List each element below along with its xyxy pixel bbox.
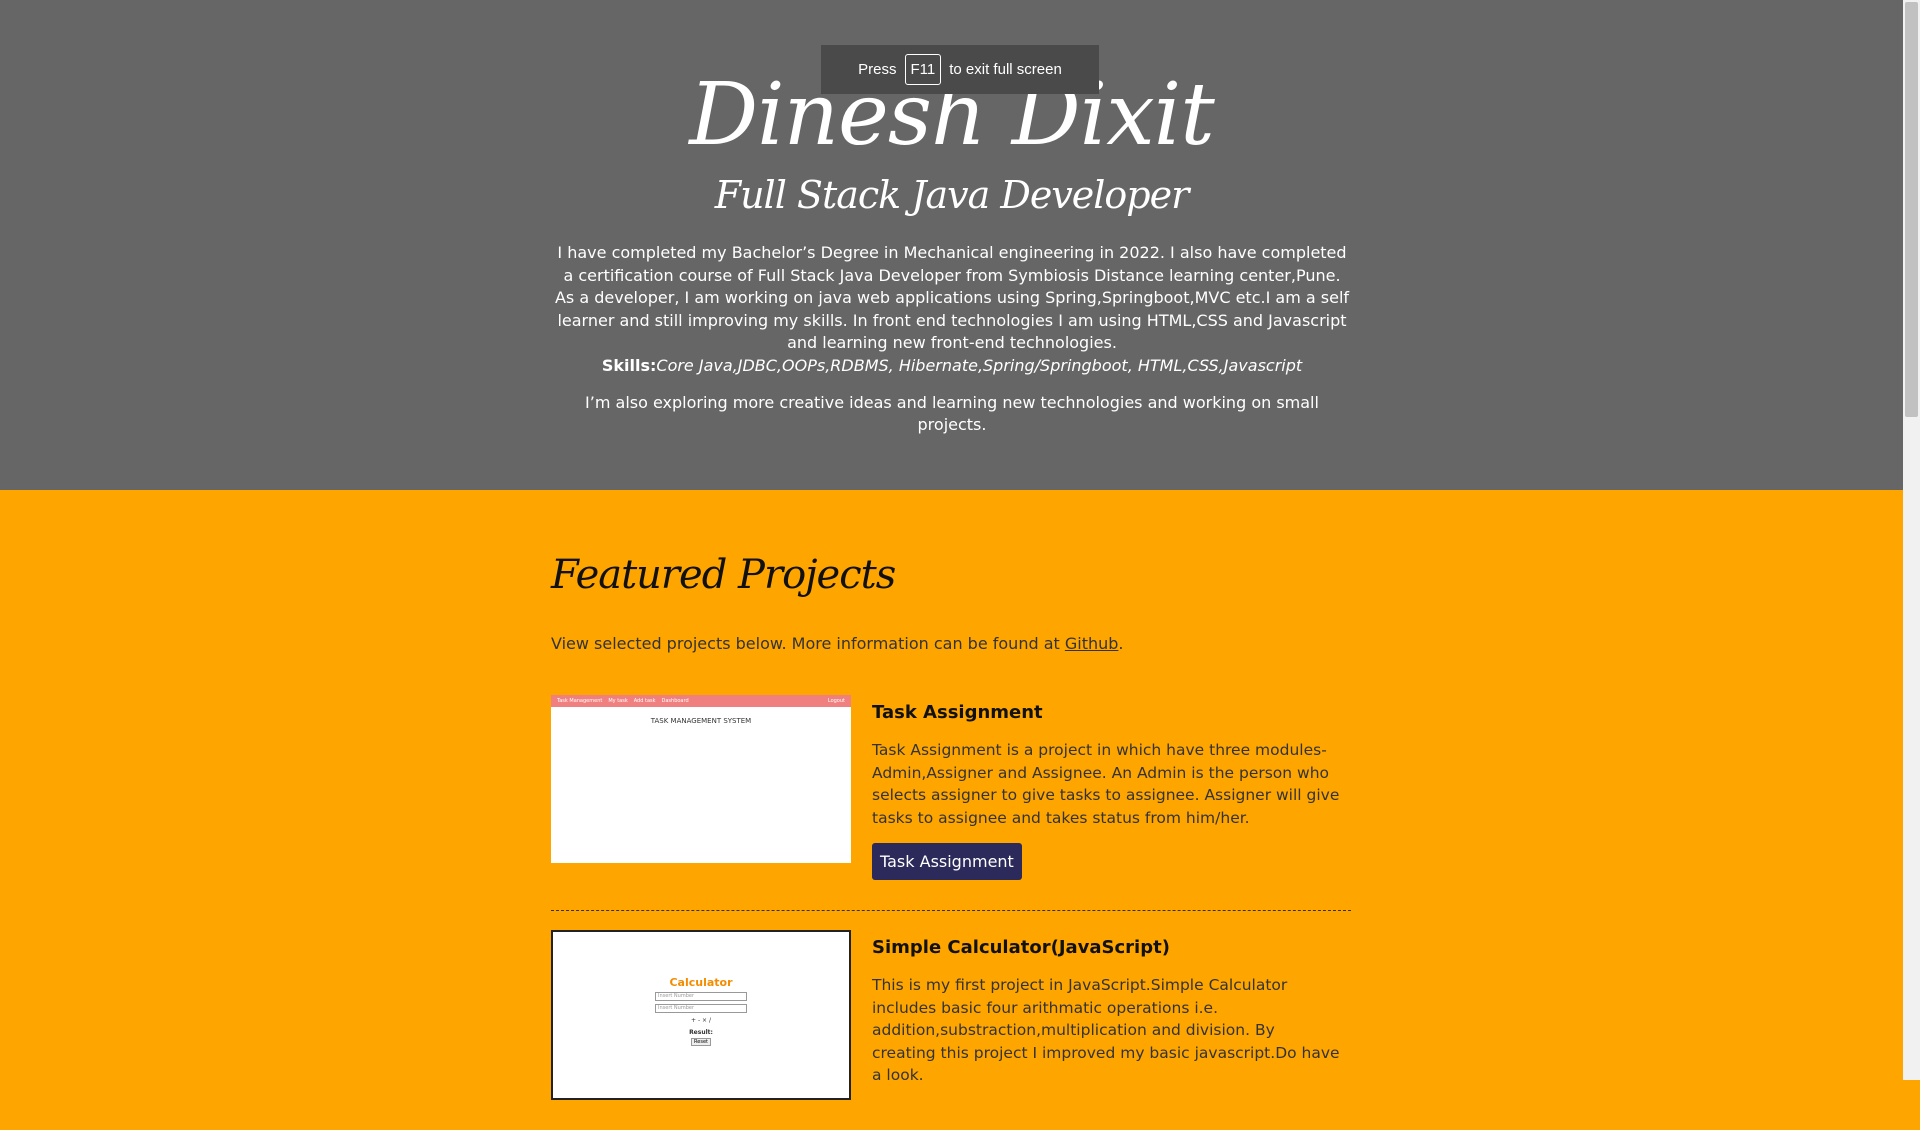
project-card: Task Management My task Add task Dashboa…: [551, 695, 1351, 911]
project-title: Task Assignment: [872, 702, 1043, 723]
thumb-logout: Logout: [827, 698, 845, 704]
fullscreen-toast: Press F11 to exit full screen: [821, 45, 1099, 94]
thumb-link: Add task: [633, 698, 656, 704]
calc-result: Result:: [689, 1029, 713, 1036]
thumb-brand: Task Management: [557, 698, 603, 704]
intro-suffix: .: [1118, 634, 1124, 653]
project-info: Simple Calculator(JavaScript) This is my…: [872, 930, 1342, 1087]
toast-message: to exit full screen: [949, 61, 1062, 78]
hero-bio: I have completed my Bachelor’s Degree in…: [552, 242, 1352, 377]
hero-role: Full Stack Java Developer: [714, 173, 1190, 217]
section-title: Featured Projects: [551, 552, 896, 598]
calc-input: Insert Number: [655, 1004, 747, 1013]
project-description: This is my first project in JavaScript.S…: [872, 976, 1340, 1084]
project-thumbnail[interactable]: Task Management My task Add task Dashboa…: [551, 695, 851, 863]
toast-press-text: Press: [858, 61, 897, 78]
calc-operations: + - × /: [691, 1017, 711, 1024]
thumb-link: Dashboard: [661, 698, 689, 704]
vertical-scrollbar[interactable]: [1903, 0, 1920, 1080]
project-description: Task Assignment is a project in which ha…: [872, 741, 1340, 827]
skills-line: Skills:Core Java,JDBC,OOPs,RDBMS, Hibern…: [552, 355, 1352, 378]
thumb-link: My task: [608, 698, 628, 704]
thumb-heading: TASK MANAGEMENT SYSTEM: [650, 717, 752, 725]
bio-text: I have completed my Bachelor’s Degree in…: [554, 243, 1350, 352]
calc-heading: Calculator: [669, 976, 733, 989]
thumb-navbar: Task Management My task Add task Dashboa…: [551, 695, 851, 707]
project-thumbnail[interactable]: Calculator Insert Number Insert Number +…: [551, 930, 851, 1100]
project-card: Calculator Insert Number Insert Number +…: [551, 930, 1351, 1130]
github-link[interactable]: Github: [1065, 634, 1119, 653]
f11-key: F11: [904, 54, 942, 85]
task-assignment-button[interactable]: Task Assignment: [872, 843, 1022, 880]
intro-prefix: View selected projects below. More infor…: [551, 634, 1065, 653]
skills-label: Skills:: [601, 355, 657, 375]
project-info: Task Assignment Task Assignment is a pro…: [872, 695, 1342, 880]
skills-list: Core Java,JDBC,OOPs,RDBMS, Hibernate,Spr…: [656, 355, 1303, 375]
project-title: Simple Calculator(JavaScript): [872, 937, 1170, 958]
calc-input: Insert Number: [655, 992, 747, 1001]
scrollbar-thumb[interactable]: [1905, 2, 1918, 417]
hero-extra-text: I’m also exploring more creative ideas a…: [585, 393, 1319, 434]
section-intro: View selected projects below. More infor…: [551, 633, 1351, 655]
calc-reset: Reset: [691, 1038, 711, 1046]
